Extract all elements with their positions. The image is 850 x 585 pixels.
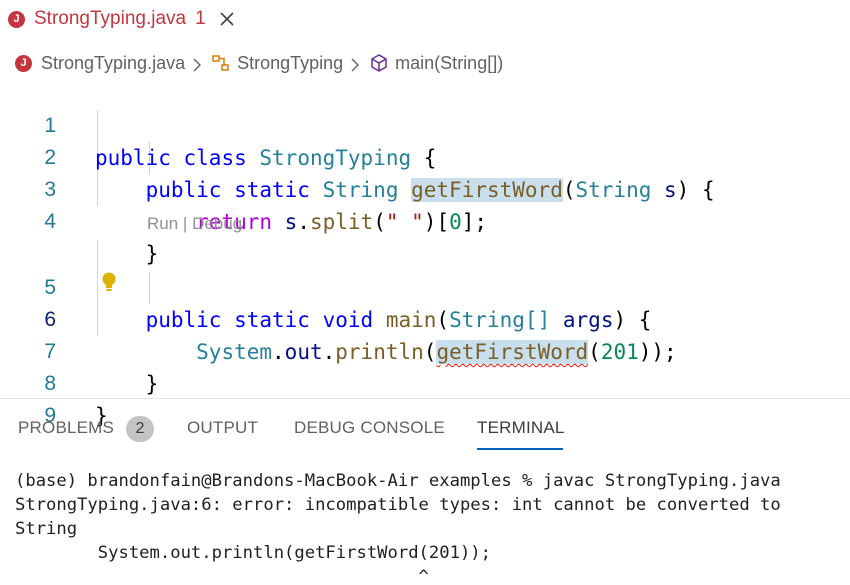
class-icon xyxy=(211,53,231,73)
code-line-8: 8 } xyxy=(0,336,850,428)
terminal-line: StrongTyping.java:6: error: incompatible… xyxy=(15,495,781,515)
code-token: ) xyxy=(423,210,437,234)
java-file-icon: J xyxy=(8,10,25,28)
codelens-debug-link[interactable]: Debug xyxy=(192,214,242,233)
code-token: ]; xyxy=(461,210,488,234)
active-tab-indicator xyxy=(477,448,563,450)
terminal-line: String xyxy=(15,519,78,539)
code-token: " " xyxy=(385,210,424,234)
code-token: . xyxy=(297,210,310,234)
terminal-line: System.out.println(getFirstWord(201)); xyxy=(15,543,491,563)
tab-strongtyping-java[interactable]: J StrongTyping.java 1 xyxy=(0,0,244,38)
breadcrumb-class[interactable]: StrongTyping xyxy=(237,53,343,74)
line-number: 4 xyxy=(44,210,56,233)
breadcrumb-file[interactable]: StrongTyping.java xyxy=(41,53,185,74)
codelens-separator: | xyxy=(178,214,193,233)
code-token: 0 xyxy=(449,210,462,234)
bottom-panel: PROBLEMS 2 OUTPUT DEBUG CONSOLE TERMINAL… xyxy=(0,398,850,585)
terminal-line: ^ xyxy=(15,567,429,585)
code-line-9: 9 xyxy=(0,368,850,427)
code-token: ( xyxy=(373,210,386,234)
code-line-7: 7 } xyxy=(0,304,850,396)
tab-problems[interactable]: PROBLEMS xyxy=(18,418,114,438)
code-token: [ xyxy=(436,210,450,234)
method-cube-icon xyxy=(369,53,389,73)
codelens-run-link[interactable]: Run xyxy=(147,214,178,233)
code-token: split xyxy=(309,210,374,234)
code-token: s xyxy=(284,210,298,234)
code-line-4: 4 } xyxy=(0,174,850,266)
code-line-1: 1 public class StrongTyping { xyxy=(0,78,850,170)
code-line-2: 2 public static String getFirstWord(Stri… xyxy=(0,110,850,202)
breadcrumb-method[interactable]: main(String[]) xyxy=(395,53,503,74)
chevron-right-icon xyxy=(350,56,360,72)
panel-tab-bar: PROBLEMS 2 OUTPUT DEBUG CONSOLE TERMINAL xyxy=(0,399,850,454)
problems-count-badge: 2 xyxy=(126,416,154,442)
tab-title: StrongTyping.java xyxy=(34,8,187,29)
terminal-output[interactable]: (base) brandonfain@Brandons-MacBook-Air … xyxy=(15,469,845,585)
editor-tab-bar: J StrongTyping.java 1 xyxy=(0,0,850,38)
code-editor[interactable]: 1 public class StrongTyping { 2 public s… xyxy=(0,78,850,428)
breadcrumb: J StrongTyping.java StrongTyping main(St… xyxy=(15,50,503,76)
tab-problem-count: 1 xyxy=(195,8,206,29)
codelens: Run | Debug xyxy=(147,211,242,237)
tab-debug-console[interactable]: DEBUG CONSOLE xyxy=(294,418,445,438)
code-line-5: 5 public static void main(String[] args)… xyxy=(0,240,850,332)
code-line-6: 6 System.out.println(getFirstWord(201)); xyxy=(0,272,850,364)
close-icon[interactable] xyxy=(218,10,236,28)
tab-output[interactable]: OUTPUT xyxy=(187,418,258,438)
tab-terminal[interactable]: TERMINAL xyxy=(477,418,565,438)
code-line-3: 3 return s.split(" ")[0]; xyxy=(0,142,850,234)
chevron-right-icon xyxy=(192,56,202,72)
java-file-icon: J xyxy=(15,54,32,72)
terminal-line: (base) brandonfain@Brandons-MacBook-Air … xyxy=(15,471,781,491)
